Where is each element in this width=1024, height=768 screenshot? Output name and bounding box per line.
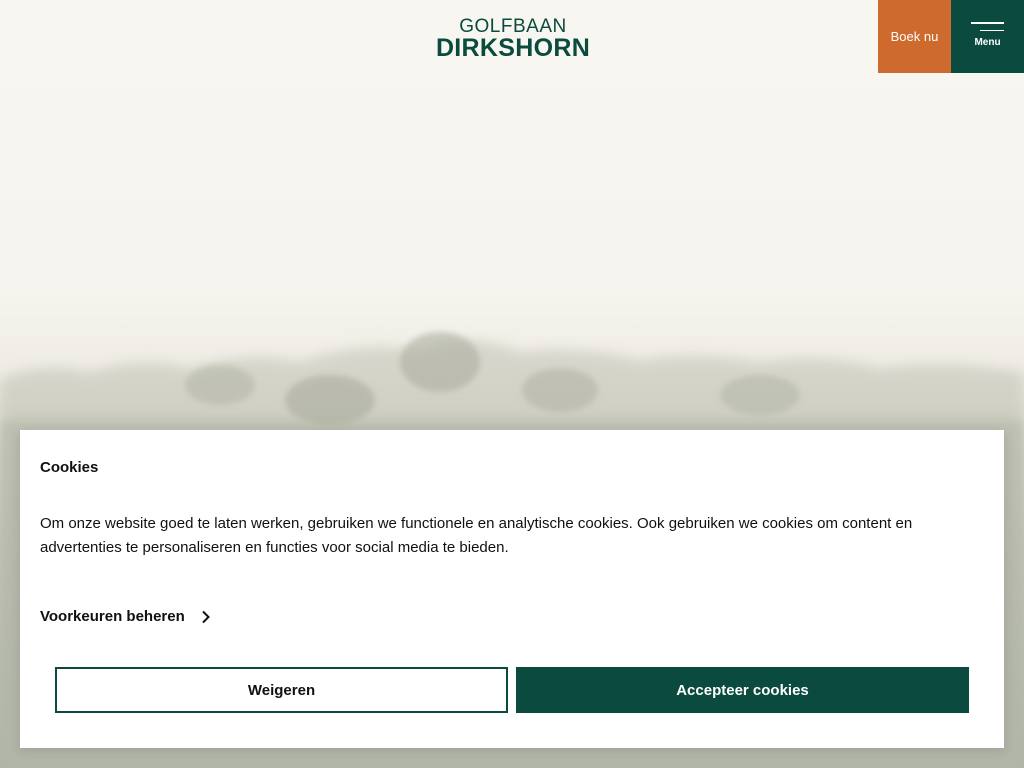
manage-preferences-link[interactable]: Voorkeuren beheren [40,608,211,625]
logo-line-2: DIRKSHORN [435,34,591,62]
menu-label: Menu [974,37,1001,48]
cookie-dialog-text: Om onze website goed te laten werken, ge… [40,515,913,556]
accept-cookies-button[interactable]: Accepteer cookies [516,667,969,713]
chevron-right-icon [202,610,210,623]
menu-button[interactable]: Menu [951,0,1024,73]
site-logo[interactable]: GOLFBAAN DIRKSHORN [427,17,599,61]
hamburger-icon [971,22,1004,37]
cookie-dialog: Cookies Om onze website goed te laten we… [20,430,1004,748]
site-header: GOLFBAAN DIRKSHORN Boek nu Menu [0,0,1024,73]
refuse-cookies-button[interactable]: Weigeren [55,667,508,713]
manage-preferences-label: Voorkeuren beheren [40,608,185,625]
cookie-dialog-title: Cookies [40,459,99,476]
book-now-button[interactable]: Boek nu [878,0,951,73]
